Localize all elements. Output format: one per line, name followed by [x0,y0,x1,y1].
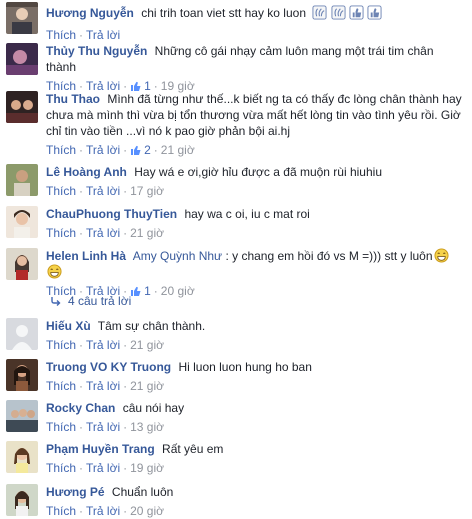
comment-text: Hi luon luon hung ho ban [178,360,312,374]
comment-actions: Thích · Trả lời · 19 giờ [46,461,164,475]
comment-actions: Thích · Trả lời [46,28,121,42]
comment-author[interactable]: ChauPhuong ThuyTien [46,207,177,221]
like-link[interactable]: Thích [46,338,76,352]
reply-link[interactable]: Trả lời [86,184,120,198]
comment-time[interactable]: 20 giờ [130,504,164,518]
reply-link[interactable]: Trả lời [86,226,120,240]
comment-text: : y chang em hồi đó vs M =))) stt y luôn [225,249,433,263]
comment-actions: Thích · Trả lời · 13 giờ [46,420,164,434]
avatar[interactable] [6,400,38,432]
comment-actions: Thích · Trả lời · 21 giờ [46,338,164,352]
like-link[interactable]: Thích [46,28,76,42]
avatar[interactable] [6,91,38,123]
avatar[interactable] [6,248,38,280]
comment-text: Tâm sự chân thành. [97,319,206,333]
reply-arrow-icon [51,297,61,306]
comment-author[interactable]: Rocky Chan [46,401,115,415]
comment-actions: Thích · Trả lời · 20 giờ [46,504,164,518]
comments-section: Hương Nguyễn chi trih toan viet stt hay … [0,0,472,519]
wave-hand-icon [312,5,327,20]
comment-text: Chuẩn luôn [111,485,174,499]
comment-text: hay wa c oi, iu c mat roi [184,207,310,221]
like-count[interactable]: 1 [130,284,151,298]
like-link[interactable]: Thích [46,226,76,240]
reply-link[interactable]: Trả lời [86,143,120,157]
like-link[interactable]: Thích [46,420,76,434]
grin-icon [434,248,449,263]
thumbs-up-icon [131,145,141,155]
comment-time[interactable]: 21 giờ [161,143,195,157]
grin-icon [47,264,62,279]
thumbs-up-icon [349,5,364,20]
avatar[interactable] [6,441,38,473]
comment-actions: Thích · Trả lời · 21 giờ [46,379,164,393]
comment-time[interactable]: 21 giờ [130,338,164,352]
reply-link[interactable]: Trả lời [86,504,120,518]
comment-text: câu nói hay [122,401,185,415]
comment-author[interactable]: Lê Hoàng Anh [46,165,127,179]
avatar[interactable] [6,2,38,34]
comment-author[interactable]: Hiếu Xù [46,319,91,333]
comment-time[interactable]: 17 giờ [130,184,164,198]
comment-text: Rất yêu em [162,442,224,456]
comment-author[interactable]: Thủy Thu Nguyễn [46,44,147,58]
like-link[interactable]: Thích [46,143,76,157]
emoji-group [312,5,382,24]
reply-link[interactable]: Trả lời [86,461,120,475]
reply-link[interactable]: Trả lời [86,338,120,352]
comment-time[interactable]: 13 giờ [130,420,164,434]
thumbs-up-icon [367,5,382,20]
avatar[interactable] [6,164,38,196]
comment-author[interactable]: Truong VO KY Truong [46,360,171,374]
comment-text: Hay wá e ơi,giờ hỉu được a đã muộn rùi h… [134,165,382,179]
like-link[interactable]: Thích [46,461,76,475]
like-link[interactable]: Thích [46,184,76,198]
comment-actions: Thích · Trả lời · 21 giờ [46,226,164,240]
comment-actions: Thích · Trả lời · 2 · 21 giờ [46,143,195,157]
comment-time[interactable]: 20 giờ [161,284,195,298]
reply-link[interactable]: Trả lời [86,379,120,393]
comment-text: Mình đã từng như thế...k biết ng ta có t… [46,92,462,138]
comment-time[interactable]: 21 giờ [130,226,164,240]
mentioned-user[interactable]: Amy Quỳnh Như [133,249,222,263]
comment-author[interactable]: Hương Pé [46,485,105,499]
avatar[interactable] [6,43,38,75]
comment-time[interactable]: 21 giờ [130,379,164,393]
comment-author[interactable]: Hương Nguyễn [46,6,134,20]
comment-actions: Thích · Trả lời · 17 giờ [46,184,164,198]
comment-text: chi trih toan viet stt hay ko luon [141,6,306,20]
wave-hand-icon [331,5,346,20]
avatar[interactable] [6,484,38,516]
view-replies-link[interactable]: 4 câu trả lời [50,293,131,309]
comment-author[interactable]: Thu Thao [46,92,100,106]
comment-time[interactable]: 19 giờ [130,461,164,475]
like-link[interactable]: Thích [46,379,76,393]
reply-link[interactable]: Trả lời [86,28,120,42]
reply-link[interactable]: Trả lời [86,420,120,434]
comment-author[interactable]: Phạm Huyền Trang [46,442,155,456]
like-link[interactable]: Thích [46,504,76,518]
like-count[interactable]: 2 [130,143,151,157]
avatar[interactable] [6,206,38,238]
avatar[interactable] [6,359,38,391]
avatar[interactable] [6,318,38,350]
comment-author[interactable]: Helen Linh Hà [46,249,126,263]
thumbs-up-icon [131,286,141,296]
